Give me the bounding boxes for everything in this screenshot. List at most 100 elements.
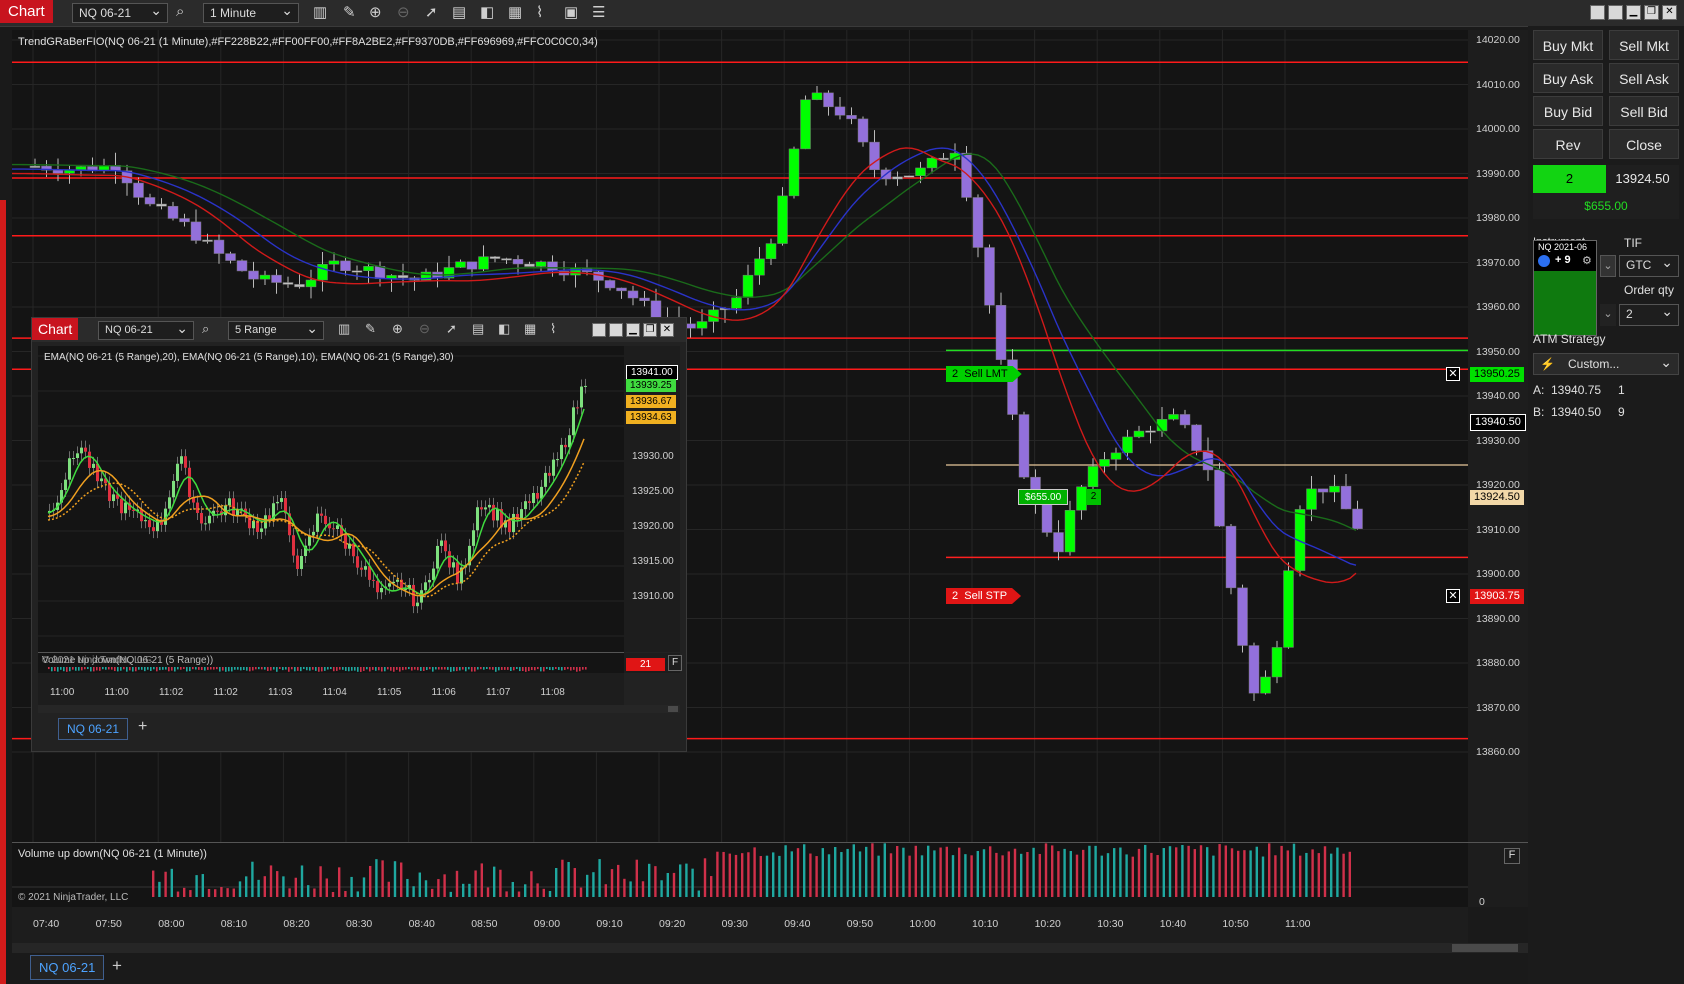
data-box-icon[interactable]: ▤: [452, 3, 466, 21]
window-pin-icon[interactable]: [1608, 5, 1623, 20]
bar-type-icon[interactable]: ▥: [313, 3, 327, 21]
sub-data-box-icon[interactable]: ▤: [472, 321, 484, 337]
candle-body: [903, 175, 915, 178]
sub-volume-f-button[interactable]: F: [668, 655, 682, 671]
sub-volume-bar: [123, 667, 125, 670]
sub-volume-bar: [240, 667, 242, 671]
templates-icon[interactable]: ◧: [480, 3, 494, 21]
instrument-dropdown-arrow[interactable]: ⌄: [1600, 255, 1616, 277]
instrument-mini-popup[interactable]: NQ 2021-06 + 9 ⚙: [1533, 240, 1597, 336]
interval-selector[interactable]: 1 Minute: [203, 2, 299, 23]
reverse-button[interactable]: Rev: [1533, 129, 1603, 159]
buy-bid-button[interactable]: Buy Bid: [1533, 96, 1603, 126]
chart-window-tab[interactable]: Chart: [0, 0, 53, 23]
sub-pointer-icon[interactable]: ➚: [446, 321, 457, 337]
sub-restore-icon[interactable]: ❐: [643, 323, 657, 337]
position-pnl-marker[interactable]: $655.00: [1018, 489, 1069, 505]
sub-volume-bar: [207, 667, 209, 670]
scrollbar-thumb[interactable]: [1452, 944, 1518, 952]
sub-bar-type-icon[interactable]: ▥: [338, 321, 350, 337]
sub-volume-bar: [420, 667, 422, 671]
sub-search-icon[interactable]: ⌕: [202, 321, 209, 337]
restore-icon[interactable]: ❐: [1644, 5, 1659, 20]
sub-candle-body: [560, 444, 563, 460]
sub-candle-body: [364, 566, 367, 570]
close-icon[interactable]: ✕: [1662, 5, 1677, 20]
candle-body: [1352, 508, 1363, 529]
sub-zoom-out-icon[interactable]: ⊖: [419, 321, 430, 337]
properties-icon[interactable]: ▣: [564, 3, 578, 21]
zoom-in-icon[interactable]: ⊕: [369, 3, 382, 21]
sub-volume-bar: [216, 667, 218, 670]
sub-instrument-tab[interactable]: NQ 06-21: [58, 718, 129, 740]
sub-strategies-icon[interactable]: ⌇: [550, 321, 556, 337]
time-tick: 09:40: [784, 918, 811, 930]
sub-candle-body: [584, 385, 587, 387]
ask-size: 1: [1618, 383, 1625, 397]
candle-body: [1225, 525, 1237, 589]
strategies-icon[interactable]: ⌇: [536, 3, 543, 21]
sub-volume-bar: [528, 667, 530, 672]
cancel-sell-stop-icon[interactable]: ✕: [1446, 589, 1460, 603]
sell-stop-label: Sell STP: [964, 590, 1008, 602]
window-tile-icon[interactable]: [1590, 5, 1605, 20]
add-tab-button[interactable]: +: [112, 956, 122, 976]
sell-ask-button[interactable]: Sell Ask: [1609, 63, 1679, 93]
volume-bar: [542, 888, 545, 897]
sub-window-tile-icon[interactable]: [592, 323, 606, 337]
volume-bar: [1150, 852, 1153, 897]
sub-chart-window-tab[interactable]: Chart: [32, 318, 79, 340]
candle-body: [627, 290, 639, 299]
sub-zoom-in-icon[interactable]: ⊕: [392, 321, 403, 337]
buy-market-button[interactable]: Buy Mkt: [1533, 30, 1603, 60]
sell-bid-button[interactable]: Sell Bid: [1609, 96, 1679, 126]
instrument-selector[interactable]: NQ 06-21: [72, 2, 168, 23]
sub-volume-bar: [495, 667, 497, 672]
sub-candle-body: [84, 447, 87, 452]
zoom-out-icon[interactable]: ⊖: [397, 3, 410, 21]
candle-body: [995, 305, 1007, 360]
popup-settings-icon[interactable]: ⚙: [1582, 254, 1592, 267]
indicators-icon[interactable]: ▦: [508, 3, 522, 21]
minimize-icon[interactable]: ▁: [1626, 5, 1641, 20]
sub-add-tab-button[interactable]: +: [138, 718, 147, 736]
sub-close-icon[interactable]: ✕: [660, 323, 674, 337]
sub-scrollbar-thumb[interactable]: [668, 706, 678, 712]
close-position-button[interactable]: Close: [1609, 129, 1679, 159]
drawing-tool-icon[interactable]: ✎: [343, 3, 356, 21]
atm-strategy-selector[interactable]: ⚡ Custom... ⌄: [1533, 353, 1679, 375]
sub-window-pin-icon[interactable]: [609, 323, 623, 337]
list-icon[interactable]: ☰: [592, 3, 605, 21]
volume-bar: [462, 883, 465, 897]
sub-volume-bar: [537, 667, 539, 670]
sub-drawing-tool-icon[interactable]: ✎: [365, 321, 376, 337]
pointer-icon[interactable]: ➚: [425, 3, 438, 21]
sub-horizontal-scrollbar[interactable]: [38, 705, 680, 713]
tif-selector[interactable]: GTC: [1619, 254, 1679, 277]
sell-market-button[interactable]: Sell Mkt: [1609, 30, 1679, 60]
sub-volume-bar: [171, 667, 173, 671]
volume-panel-f-button[interactable]: F: [1504, 848, 1520, 864]
main-toolbar: Chart NQ 06-21 ⌕ 1 Minute ▥ ✎ ⊕ ⊖ ➚ ▤ ◧ …: [0, 0, 1684, 27]
sell-stop-order-marker[interactable]: 2 Sell STP: [946, 588, 1022, 604]
floating-chart-window[interactable]: Chart NQ 06-21 ⌕ 5 Range ▥ ✎ ⊕ ⊖ ➚ ▤ ◧ ▦…: [31, 317, 687, 752]
sub-interval-selector[interactable]: 5 Range: [228, 320, 324, 340]
sub-minimize-icon[interactable]: ▁: [626, 323, 640, 337]
buy-ask-button[interactable]: Buy Ask: [1533, 63, 1603, 93]
sub-instrument-selector[interactable]: NQ 06-21: [98, 320, 194, 340]
volume-bar: [778, 855, 781, 897]
instrument-tab[interactable]: NQ 06-21: [30, 955, 105, 980]
sub-indicators-icon[interactable]: ▦: [524, 321, 536, 337]
sell-limit-order-marker[interactable]: 2 Sell LMT: [946, 366, 1022, 382]
sub-candle-body: [292, 535, 295, 556]
sub-volume-bar: [477, 667, 479, 670]
sub-volume-bar: [435, 667, 437, 670]
horizontal-scrollbar[interactable]: [12, 943, 1528, 953]
sub-templates-icon[interactable]: ◧: [498, 321, 510, 337]
order-qty-input[interactable]: 2: [1619, 303, 1679, 326]
cancel-sell-limit-icon[interactable]: ✕: [1446, 367, 1460, 381]
search-icon[interactable]: ⌕: [176, 3, 184, 20]
account-dropdown-arrow[interactable]: ⌄: [1600, 304, 1616, 326]
volume-bar: [1144, 844, 1147, 897]
volume-bar: [1274, 855, 1277, 897]
